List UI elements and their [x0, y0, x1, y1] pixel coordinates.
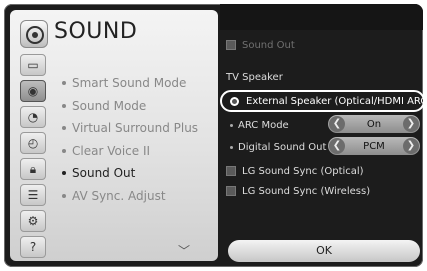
menu-item-smart-sound-mode[interactable]: Smart Sound Mode	[62, 72, 212, 94]
sound-icon[interactable]: ◉	[20, 80, 46, 102]
network-icon[interactable]: ⚙	[20, 210, 46, 232]
menu-item-av-sync-adjust[interactable]: AV Sync. Adjust	[62, 185, 212, 207]
category-icon-column: ▭ ◉ ◔ ◴ 🔒︎ ☰ ⚙ ?	[20, 54, 46, 262]
sound-out-checkbox[interactable]	[226, 40, 236, 50]
menu-item-sound-out[interactable]: Sound Out	[62, 162, 212, 184]
clock-icon[interactable]: ◴	[20, 132, 46, 154]
tv-menu-frame: SOUND ▭ ◉ ◔ ◴ 🔒︎ ☰ ⚙ ? Smart Sound Mode …	[4, 4, 423, 267]
sound-icon	[20, 20, 48, 48]
chevron-left-icon[interactable]: ❮	[329, 138, 345, 154]
radio-button[interactable]	[230, 96, 239, 106]
lg-sync-optical-row[interactable]: LG Sound Sync (Optical)	[226, 166, 364, 177]
menu-item-clear-voice[interactable]: Clear Voice II	[62, 140, 212, 162]
sound-out-checkbox-row[interactable]: Sound Out	[226, 40, 295, 51]
page-title: SOUND	[54, 19, 138, 44]
ok-button[interactable]: OK	[228, 240, 420, 262]
menu-item-virtual-surround-plus[interactable]: Virtual Surround Plus	[62, 117, 212, 139]
panel-header	[220, 4, 423, 30]
lock-icon[interactable]: 🔒︎	[20, 158, 46, 180]
chevron-right-icon[interactable]: ❯	[403, 116, 419, 132]
support-icon[interactable]: ?	[20, 236, 46, 258]
chevron-down-icon[interactable]: ﹀	[178, 242, 190, 259]
lg-sync-wireless-row[interactable]: LG Sound Sync (Wireless)	[226, 186, 370, 197]
sound-out-panel: Sound Out TV Speaker External Speaker (O…	[220, 4, 423, 267]
chevron-right-icon[interactable]: ❯	[403, 138, 419, 154]
lg-sync-optical-checkbox[interactable]	[226, 166, 236, 176]
digital-sound-out-label: Digital Sound Out	[230, 142, 326, 153]
tv-speaker-label: TV Speaker	[226, 72, 283, 83]
arc-mode-label: ARC Mode	[230, 120, 289, 131]
digital-sound-out-stepper[interactable]: ❮ PCM ❯	[328, 137, 420, 155]
sound-menu-panel: SOUND ▭ ◉ ◔ ◴ 🔒︎ ☰ ⚙ ? Smart Sound Mode …	[10, 10, 218, 261]
tv-icon[interactable]: ▭	[20, 54, 46, 76]
external-speaker-option[interactable]: External Speaker (Optical/HDMI ARC)	[220, 90, 423, 112]
options-icon[interactable]: ☰	[20, 184, 46, 206]
lg-sync-wireless-checkbox[interactable]	[226, 186, 236, 196]
sound-menu-list: Smart Sound Mode Sound Mode Virtual Surr…	[62, 72, 212, 208]
satellite-icon[interactable]: ◔	[20, 106, 46, 128]
arc-mode-stepper[interactable]: ❮ On ❯	[328, 115, 420, 133]
chevron-left-icon[interactable]: ❮	[329, 116, 345, 132]
menu-item-sound-mode[interactable]: Sound Mode	[62, 95, 212, 117]
